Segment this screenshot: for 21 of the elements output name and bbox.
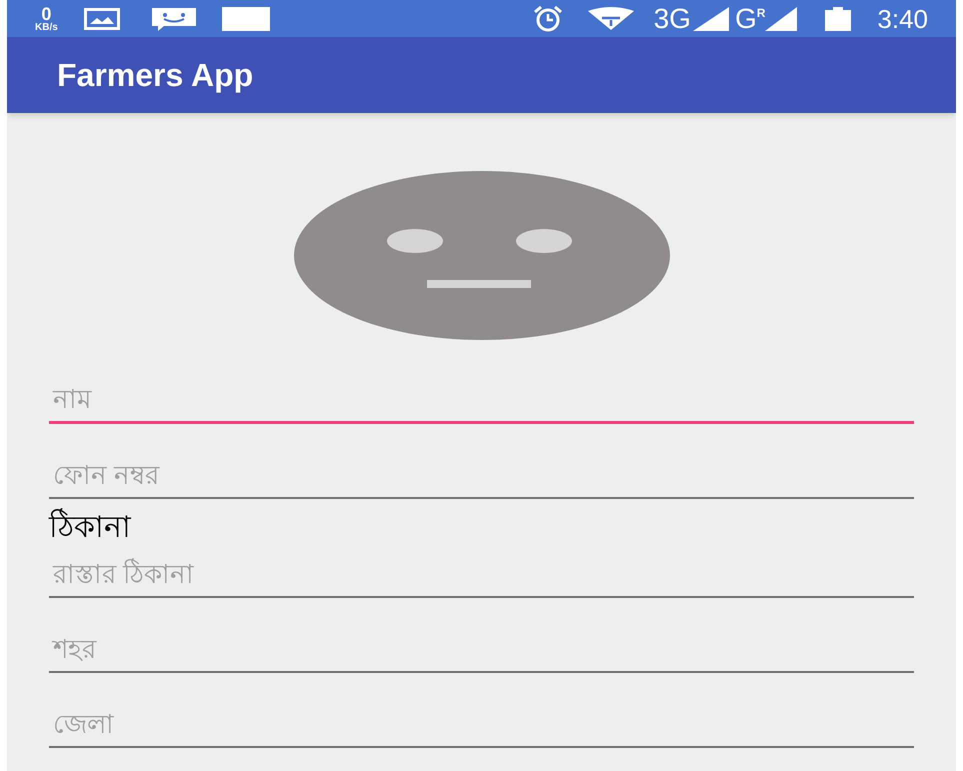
- image-icon: [84, 8, 120, 30]
- speed-unit: KB/s: [35, 22, 58, 32]
- app-title: Farmers App: [57, 56, 254, 95]
- signal-icon: [765, 6, 798, 30]
- notification-square-icon: [222, 6, 270, 30]
- message-icon: [150, 6, 198, 32]
- network-type: 3G: [654, 4, 691, 32]
- wifi-icon: [586, 6, 636, 30]
- network-type: G: [734, 4, 757, 32]
- clock-time: 3:40: [877, 6, 928, 32]
- input-field[interactable]: রাস্তার ঠিকানা: [49, 542, 914, 598]
- speed-value: 0: [41, 4, 52, 22]
- signal-icon: [692, 6, 729, 30]
- input-field[interactable]: শহর: [49, 617, 914, 673]
- input-field[interactable]: ফোন নম্বর: [49, 443, 914, 499]
- alarm-icon: [532, 6, 564, 32]
- avatar-face-icon: [294, 171, 670, 340]
- roaming-indicator: R: [756, 5, 766, 22]
- input-field[interactable]: নাম: [49, 368, 914, 424]
- battery-icon: [825, 6, 852, 30]
- input-field[interactable]: জেলা: [49, 692, 914, 748]
